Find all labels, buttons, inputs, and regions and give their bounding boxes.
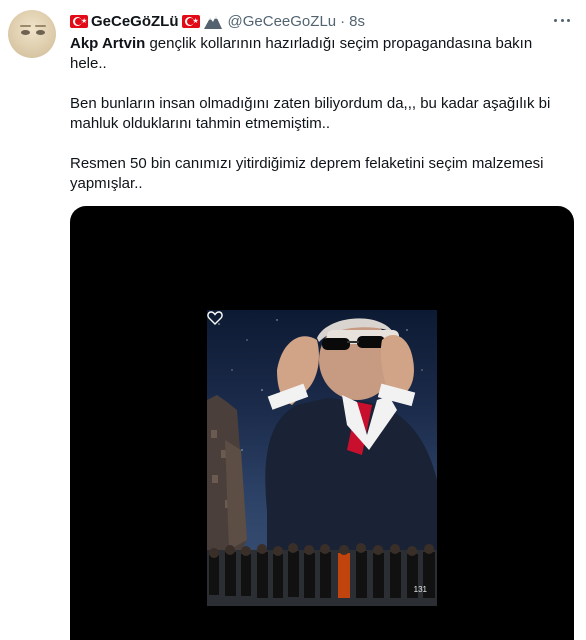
avatar-eye (36, 30, 45, 35)
mountain-icon (203, 16, 222, 29)
more-dot (567, 18, 570, 22)
avatar-brow (20, 25, 31, 27)
tweet[interactable]: ★ GeCeGöZLü ★ @GeCeeGoZLu · 8s Akp Artvi… (0, 0, 586, 640)
mention-text: Akp Artvin (70, 35, 146, 52)
turkish-flag-icon: ★ (70, 14, 88, 28)
more-options-button[interactable] (552, 12, 572, 28)
user-handle[interactable]: @GeCeeGoZLu (228, 13, 337, 30)
tweet-text: Akp Artvin gençlik kollarının hazırladığ… (70, 34, 570, 194)
avatar-eye (21, 30, 30, 35)
heart-icon[interactable] (207, 310, 223, 326)
avatar-brow (35, 25, 46, 27)
tweet-paragraph: Ben bunların insan olmadığını zaten bili… (70, 95, 551, 132)
tweet-header: ★ GeCeGöZLü ★ @GeCeeGoZLu · 8s (70, 11, 365, 31)
separator-dot: · (340, 12, 346, 30)
video-player[interactable]: 131 (70, 206, 574, 640)
tweet-paragraph: Resmen 50 bin canımızı yitirdiğimiz depr… (70, 155, 544, 192)
view-count: 131 (413, 585, 427, 594)
more-dot (554, 18, 557, 22)
video-thumbnail[interactable]: 131 (207, 310, 437, 606)
tweet-paragraph: Akp Artvin gençlik kollarının hazırladığ… (70, 34, 570, 74)
video-scene (207, 318, 437, 606)
more-dot (560, 18, 564, 22)
timestamp[interactable]: 8s (349, 13, 365, 30)
display-name[interactable]: GeCeGöZLü (91, 13, 179, 30)
turkish-flag-icon: ★ (181, 14, 200, 28)
avatar[interactable] (8, 10, 56, 58)
